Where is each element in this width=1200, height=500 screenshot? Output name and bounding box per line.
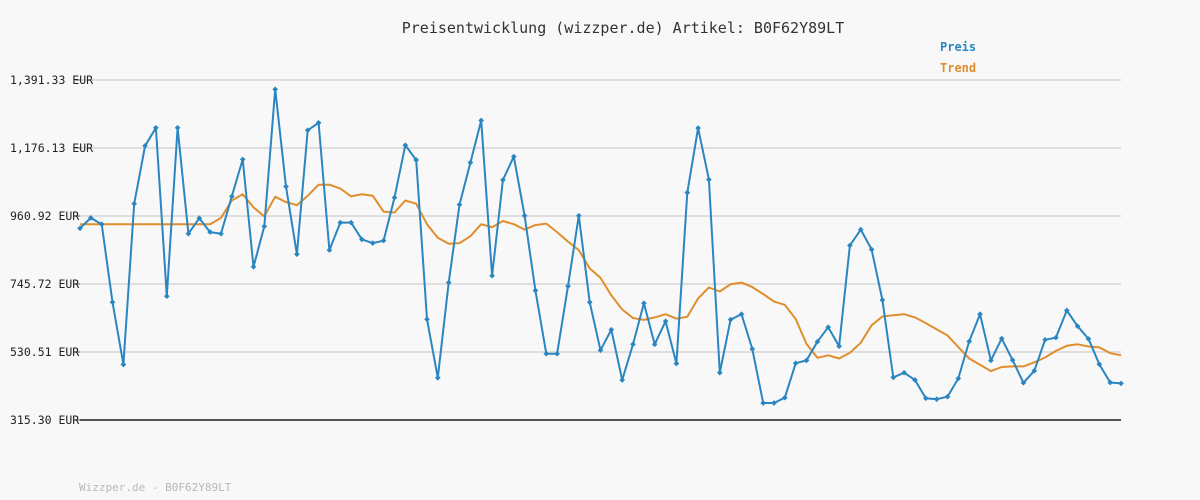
y-tick-label: 315.30 EUR	[10, 413, 79, 427]
price-chart: Preisentwicklung (wizzper.de) Artikel: B…	[0, 0, 1200, 500]
data-point-preis	[695, 125, 701, 131]
y-tick-label: 530.51 EUR	[10, 345, 79, 359]
data-point-preis	[1053, 334, 1059, 341]
chart-canvas: Preisentwicklung (wizzper.de) Artikel: B…	[10, 19, 1124, 494]
data-point-preis	[586, 299, 593, 306]
y-tick-label: 1,176.13 EUR	[10, 141, 93, 155]
y-tick-label: 960.92 EUR	[10, 209, 79, 223]
watermark-text: Wizzper.de - B0F62Y89LT	[79, 481, 232, 494]
series-line-preis	[79, 88, 1122, 404]
data-point-preis	[478, 117, 485, 124]
data-point-preis	[218, 230, 224, 237]
data-point-preis	[792, 360, 799, 367]
data-point-preis	[1118, 380, 1124, 387]
data-point-preis	[879, 297, 886, 303]
data-point-preis	[977, 311, 983, 318]
data-point-preis	[380, 237, 387, 244]
data-point-preis	[109, 299, 116, 306]
data-point-preis	[933, 396, 940, 403]
data-point-preis	[174, 124, 181, 131]
data-point-preis	[716, 369, 723, 376]
data-point-preis	[673, 360, 680, 367]
data-point-preis	[684, 189, 691, 196]
data-point-preis	[456, 201, 463, 208]
data-point-preis	[294, 251, 300, 258]
chart-title: Preisentwicklung (wizzper.de) Artikel: B…	[402, 19, 845, 37]
series-line-trend	[80, 183, 1122, 373]
data-point-preis	[434, 374, 441, 381]
data-point-preis	[706, 176, 712, 183]
data-point-preis	[641, 300, 647, 307]
data-point-preis	[1042, 336, 1048, 343]
data-point-preis	[619, 377, 626, 383]
data-point-preis	[261, 223, 268, 230]
data-point-preis	[239, 156, 246, 163]
y-tick-label: 745.72 EUR	[10, 277, 79, 291]
y-tick-label: 1,391.33 EUR	[10, 73, 93, 87]
data-point-preis	[326, 247, 333, 253]
data-point-preis	[467, 159, 474, 166]
data-point-preis	[575, 212, 582, 219]
data-point-preis	[760, 400, 767, 406]
data-point-preis	[521, 212, 528, 219]
legend-entry-trend: Trend	[940, 61, 976, 75]
data-point-preis	[131, 200, 138, 207]
data-point-preis	[163, 293, 170, 300]
series-layer	[77, 86, 1124, 406]
data-point-preis	[337, 219, 344, 226]
data-point-preis	[890, 374, 897, 381]
data-point-preis	[272, 86, 279, 93]
data-point-preis	[532, 287, 539, 294]
data-point-preis	[630, 341, 636, 348]
legend-entry-preis: Preis	[940, 40, 976, 54]
data-point-preis	[250, 263, 257, 270]
data-point-preis	[489, 272, 495, 279]
data-point-preis	[391, 194, 398, 201]
data-point-preis	[283, 183, 289, 190]
data-point-preis	[749, 346, 756, 352]
data-point-preis	[966, 338, 973, 345]
data-point-preis	[120, 361, 127, 368]
data-point-preis	[424, 316, 430, 323]
data-point-preis	[369, 240, 376, 246]
